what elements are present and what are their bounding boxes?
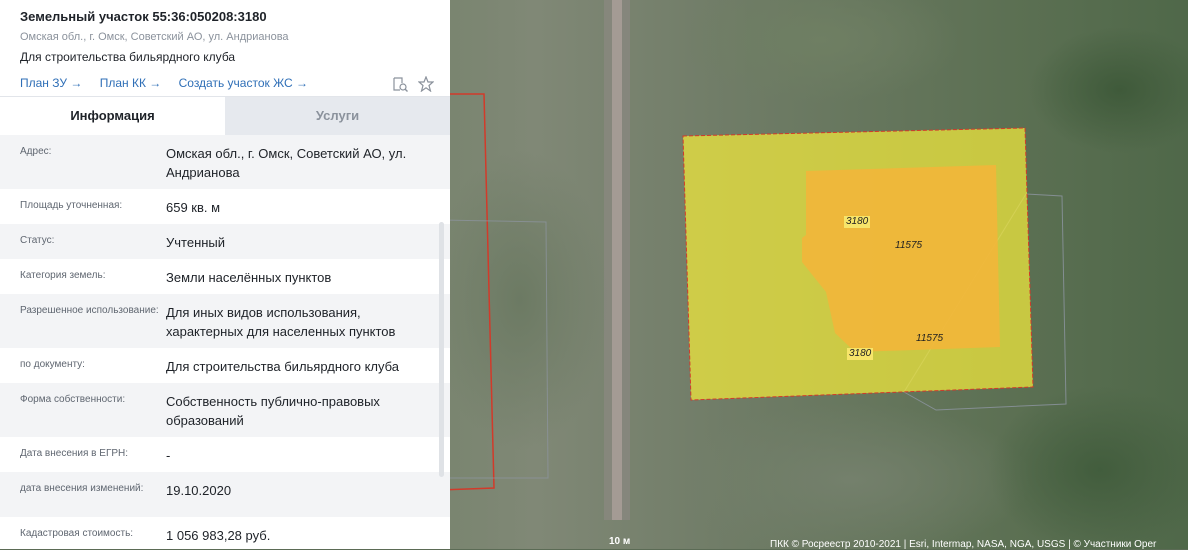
tab-services[interactable]: Услуги bbox=[225, 97, 450, 135]
parcel-title: Земельный участок 55:36:050208:3180 bbox=[20, 9, 267, 24]
attribute-label: Кадастровая стоимость: bbox=[20, 528, 134, 539]
plan-zu-link[interactable]: План ЗУ → bbox=[20, 76, 82, 90]
tab-information[interactable]: Информация bbox=[0, 97, 225, 135]
attribute-value: Для иных видов использования, характерны… bbox=[166, 305, 396, 339]
action-links: План ЗУ → План КК → Создать участок ЖС → bbox=[20, 75, 322, 91]
attribute-row-land-category: Категория земель: Земли населённых пункт… bbox=[0, 259, 450, 294]
attribute-value: Земли населённых пунктов bbox=[166, 270, 332, 285]
map-label-cadastral: 3180 bbox=[844, 216, 871, 228]
panel-scrollbar[interactable] bbox=[439, 222, 444, 477]
attribute-value: - bbox=[166, 448, 171, 463]
attribute-label: Статус: bbox=[20, 235, 55, 246]
scale-bar-label: 10 м bbox=[609, 536, 631, 547]
attribute-value: Собственность публично-правовых образова… bbox=[166, 394, 380, 428]
attribute-label: Разрешенное использование: bbox=[20, 305, 159, 316]
attribute-label: Дата внесения в ЕГРН: bbox=[20, 448, 129, 459]
parcel-address: Омская обл., г. Омск, Советский АО, ул. … bbox=[20, 31, 289, 43]
search-document-icon[interactable] bbox=[392, 76, 408, 92]
attribute-value: 659 кв. м bbox=[166, 200, 221, 215]
attribute-row-ownership: Форма собственности: Собственность публи… bbox=[0, 383, 450, 437]
attribute-label: Адрес: bbox=[20, 146, 52, 157]
attribute-label: дата внесения изменений: bbox=[20, 483, 144, 494]
attribute-value: 1 056 983,28 руб. bbox=[166, 528, 271, 543]
parcel-info-panel: Земельный участок 55:36:050208:3180 Омск… bbox=[0, 0, 450, 549]
attribute-value: Омская обл., г. Омск, Советский АО, ул. … bbox=[166, 146, 407, 180]
attributes-list: Адрес: Омская обл., г. Омск, Советский А… bbox=[0, 135, 450, 549]
attribute-row-by-document: по документу: Для строительства бильярдн… bbox=[0, 348, 450, 383]
road-line bbox=[612, 0, 622, 520]
star-icon[interactable] bbox=[417, 75, 435, 93]
tab-bar: Информация Услуги bbox=[0, 97, 450, 135]
attribute-value: 19.10.2020 bbox=[166, 483, 232, 498]
create-parcel-link[interactable]: Создать участок ЖС → bbox=[179, 76, 308, 90]
attribute-row-egrn-date: Дата внесения в ЕГРН: - bbox=[0, 437, 450, 472]
attribute-row-address: Адрес: Омская обл., г. Омск, Советский А… bbox=[0, 135, 450, 189]
attribute-label: Площадь уточненная: bbox=[20, 200, 123, 211]
attribute-label: по документу: bbox=[20, 359, 85, 370]
attribute-value: Учтенный bbox=[166, 235, 226, 250]
attribute-row-status: Статус: Учтенный bbox=[0, 224, 450, 259]
attribute-value: Для строительства бильярдного клуба bbox=[166, 359, 400, 374]
attribute-row-change-date: дата внесения изменений: 19.10.2020 bbox=[0, 472, 450, 517]
attribute-label: Категория земель: bbox=[20, 270, 106, 281]
attribute-row-permitted-use: Разрешенное использование: Для иных видо… bbox=[0, 294, 450, 348]
map-label-building: 11575 bbox=[916, 333, 944, 344]
map-label-building: 11575 bbox=[895, 240, 923, 251]
attribute-row-area: Площадь уточненная: 659 кв. м bbox=[0, 189, 450, 224]
panel-header: Земельный участок 55:36:050208:3180 Омск… bbox=[0, 0, 450, 97]
parcel-purpose: Для строительства бильярдного клуба bbox=[20, 50, 236, 64]
map-label-cadastral: 3180 bbox=[847, 348, 874, 360]
plan-kk-link[interactable]: План КК → bbox=[100, 76, 162, 90]
attribute-row-cadastral-value: Кадастровая стоимость: 1 056 983,28 руб. bbox=[0, 517, 450, 549]
header-icons bbox=[392, 75, 435, 93]
neighbour-building-outline bbox=[439, 219, 549, 479]
map-attribution: ПКК © Росреестр 2010-2021 | Esri, Interm… bbox=[770, 539, 1157, 550]
attribute-label: Форма собственности: bbox=[20, 394, 126, 405]
